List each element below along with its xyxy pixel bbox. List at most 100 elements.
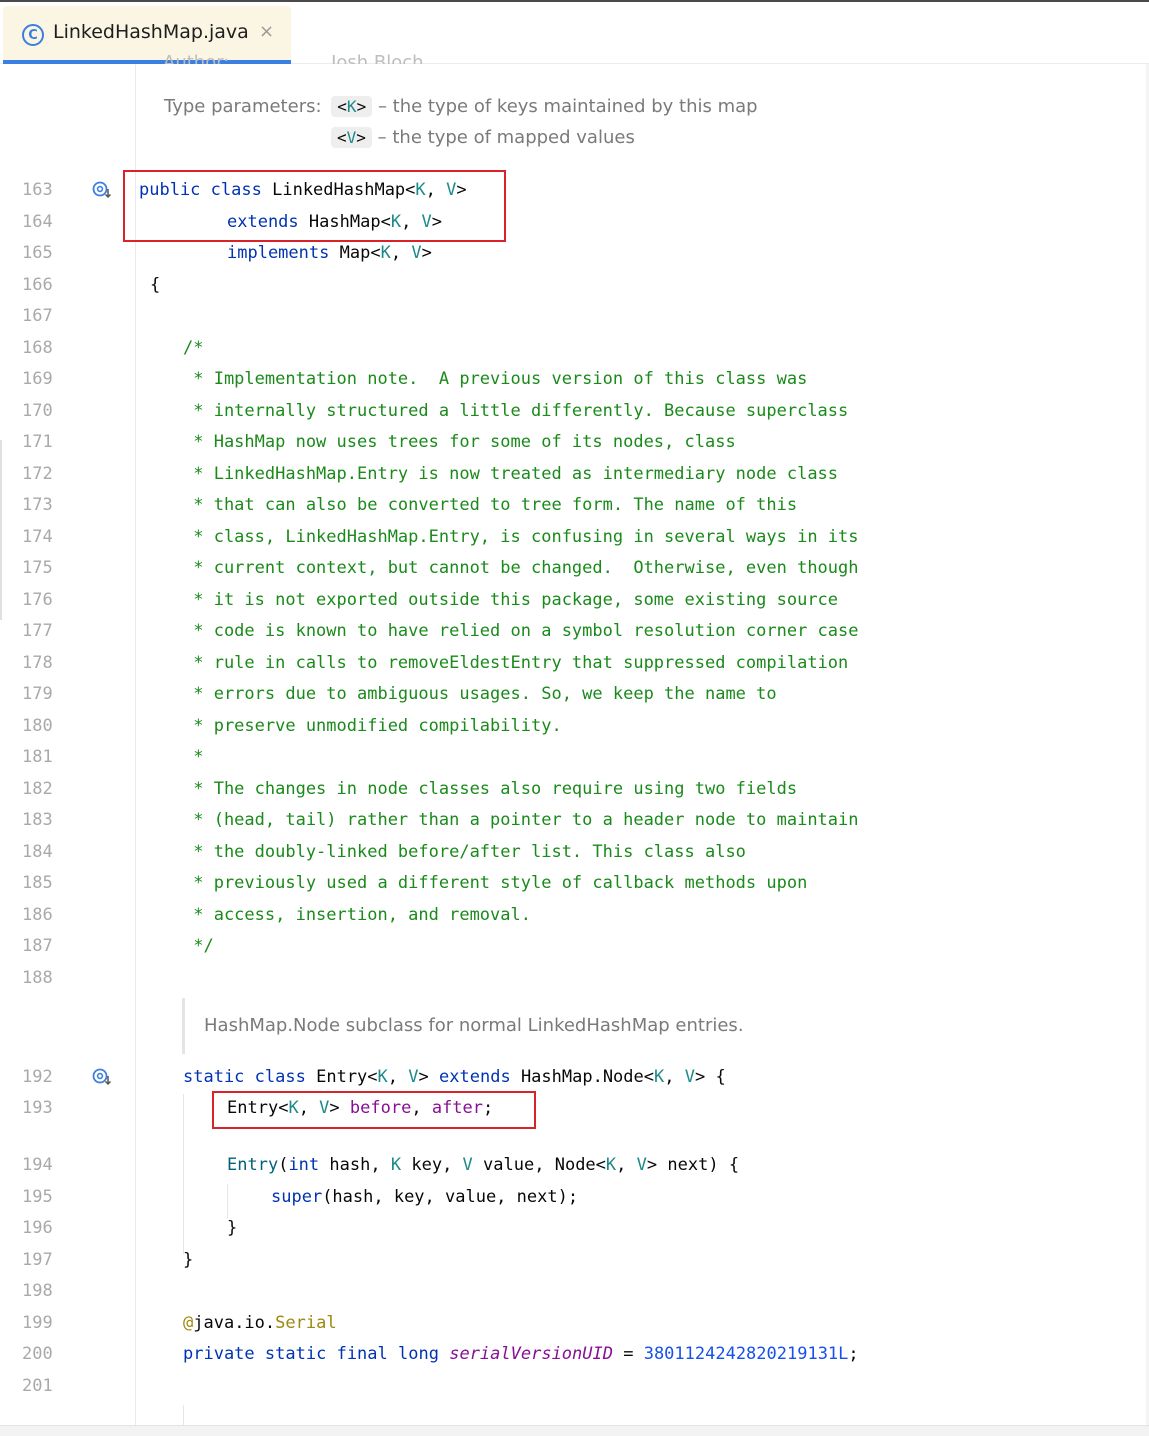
type-param-k: K (390, 1155, 402, 1175)
comment-line[interactable]: * preserve unmodified compilability. (183, 716, 561, 736)
line-number: 199 (22, 1313, 53, 1333)
line-number: 167 (22, 306, 53, 326)
doc-param-v-chip: <V> (331, 127, 372, 148)
keyword-static: static (183, 1067, 245, 1087)
type-param-v: V (408, 1067, 419, 1087)
keyword-extends: extends (439, 1067, 511, 1087)
left-edge-marker (0, 440, 2, 620)
code-line-166[interactable]: { (150, 275, 160, 295)
punct: > (418, 1067, 429, 1087)
comment-line[interactable]: * current context, but cannot be changed… (183, 558, 858, 578)
line-number: 173 (22, 495, 53, 515)
line-number: 177 (22, 621, 53, 641)
comment-line[interactable]: * errors due to ambiguous usages. So, we… (183, 684, 776, 704)
comment-line[interactable]: * class, LinkedHashMap.Entry, is confusi… (183, 527, 858, 547)
doc-author-label: Author: (163, 52, 230, 64)
comment-line[interactable]: * the doubly-linked before/after list. T… (183, 842, 746, 862)
comment-line[interactable]: * code is known to have relied on a symb… (183, 621, 858, 641)
comment-line[interactable]: * The changes in node classes also requi… (183, 779, 797, 799)
line-number: 172 (22, 464, 53, 484)
comment-line[interactable]: * it is not exported outside this packag… (183, 590, 838, 610)
code-line-195[interactable]: super(hash, key, value, next); (271, 1187, 578, 1207)
line-number: 200 (22, 1344, 53, 1364)
doc-param-k-chip: <K> (331, 96, 373, 117)
type-param-v: V (684, 1067, 695, 1087)
line-number: 184 (22, 842, 53, 862)
punct: > (646, 1155, 658, 1175)
punct: , (370, 1155, 391, 1175)
comment-line[interactable]: * (183, 747, 203, 767)
comment-line[interactable]: /* (183, 338, 203, 358)
annotation-name: Serial (275, 1313, 337, 1333)
punct: , (390, 243, 412, 263)
code-line-200[interactable]: private static final long serialVersionU… (183, 1344, 859, 1364)
indent-guide (183, 1405, 184, 1425)
comment-line[interactable]: * LinkedHashMap.Entry is now treated as … (183, 464, 838, 484)
comment-line[interactable]: * (head, tail) rather than a pointer to … (183, 810, 858, 830)
punct: , (442, 1155, 463, 1175)
code-line-165[interactable]: implements Map<K, V> (227, 243, 432, 263)
line-number: 192 (22, 1067, 53, 1087)
comment-line[interactable]: */ (183, 936, 213, 956)
line-number: 169 (22, 369, 53, 389)
line-number: 182 (22, 779, 53, 799)
code-line-192[interactable]: static class Entry<K, V> extends HashMap… (183, 1067, 726, 1087)
keyword-super: super (271, 1187, 323, 1207)
punct: , (534, 1155, 555, 1175)
has-subclasses-icon[interactable] (92, 180, 114, 200)
type-param-k: K (380, 243, 391, 263)
line-number: 175 (22, 558, 53, 578)
constructor-name: Entry (227, 1155, 279, 1175)
punct: < (595, 1155, 606, 1175)
comment-line[interactable]: * previously used a different style of c… (183, 873, 807, 893)
param-next: next (667, 1155, 709, 1175)
punct: , (387, 1067, 409, 1087)
line-number: 171 (22, 432, 53, 452)
punct: < (370, 243, 381, 263)
doc-quote-bar (182, 998, 185, 1054)
line-number: 181 (22, 747, 53, 767)
line-number: 197 (22, 1250, 53, 1270)
punct: ; (848, 1344, 859, 1364)
keyword-int: int (288, 1155, 320, 1175)
annotation-at: @ (183, 1313, 194, 1333)
comment-line[interactable]: * Implementation note. A previous versio… (183, 369, 807, 389)
line-number: 180 (22, 716, 53, 736)
doc-entry-description: HashMap.Node subclass for normal LinkedH… (204, 1015, 744, 1036)
comment-line[interactable]: * rule in calls to removeEldestEntry tha… (183, 653, 848, 673)
comment-line[interactable]: * that can also be converted to tree for… (183, 495, 797, 515)
comment-line[interactable]: * access, insertion, and removal. (183, 905, 531, 925)
code-line-197[interactable]: } (183, 1250, 193, 1270)
close-icon[interactable]: × (259, 21, 274, 42)
line-number: 201 (22, 1376, 53, 1396)
has-subclasses-icon[interactable] (92, 1067, 114, 1087)
type-param-v: V (411, 243, 422, 263)
param-hash: hash (329, 1155, 371, 1175)
line-number: 185 (22, 873, 53, 893)
punct: > (695, 1067, 706, 1087)
keyword-final: final (336, 1344, 388, 1364)
line-number: 195 (22, 1187, 53, 1207)
comment-line[interactable]: * HashMap now uses trees for some of its… (183, 432, 735, 452)
line-number: 187 (22, 936, 53, 956)
horizontal-scrollbar[interactable] (0, 1425, 1149, 1436)
punct: , (616, 1155, 637, 1175)
code-line-196[interactable]: } (227, 1218, 237, 1238)
code-line-194[interactable]: Entry(int hash, K key, V value, Node<K, … (227, 1155, 739, 1175)
punct: ( (278, 1155, 289, 1175)
comment-line[interactable]: * internally structured a little differe… (183, 401, 848, 421)
punct: = (612, 1344, 644, 1364)
line-number: 183 (22, 810, 53, 830)
code-line-199[interactable]: @java.io.Serial (183, 1313, 337, 1333)
line-number: 176 (22, 590, 53, 610)
keyword-class: class (254, 1067, 306, 1087)
doc-type-params-label: Type parameters: (164, 96, 322, 117)
doc-author-value: Josh Bloch (331, 52, 424, 64)
line-number: 174 (22, 527, 53, 547)
keyword-private: private (183, 1344, 255, 1364)
param-key: key (411, 1155, 443, 1175)
annotation-package: java.io. (193, 1313, 276, 1333)
type-name: Node (554, 1155, 596, 1175)
line-number: 194 (22, 1155, 53, 1175)
doc-type-params: Type parameters: <K> – the type of keys … (164, 96, 758, 117)
